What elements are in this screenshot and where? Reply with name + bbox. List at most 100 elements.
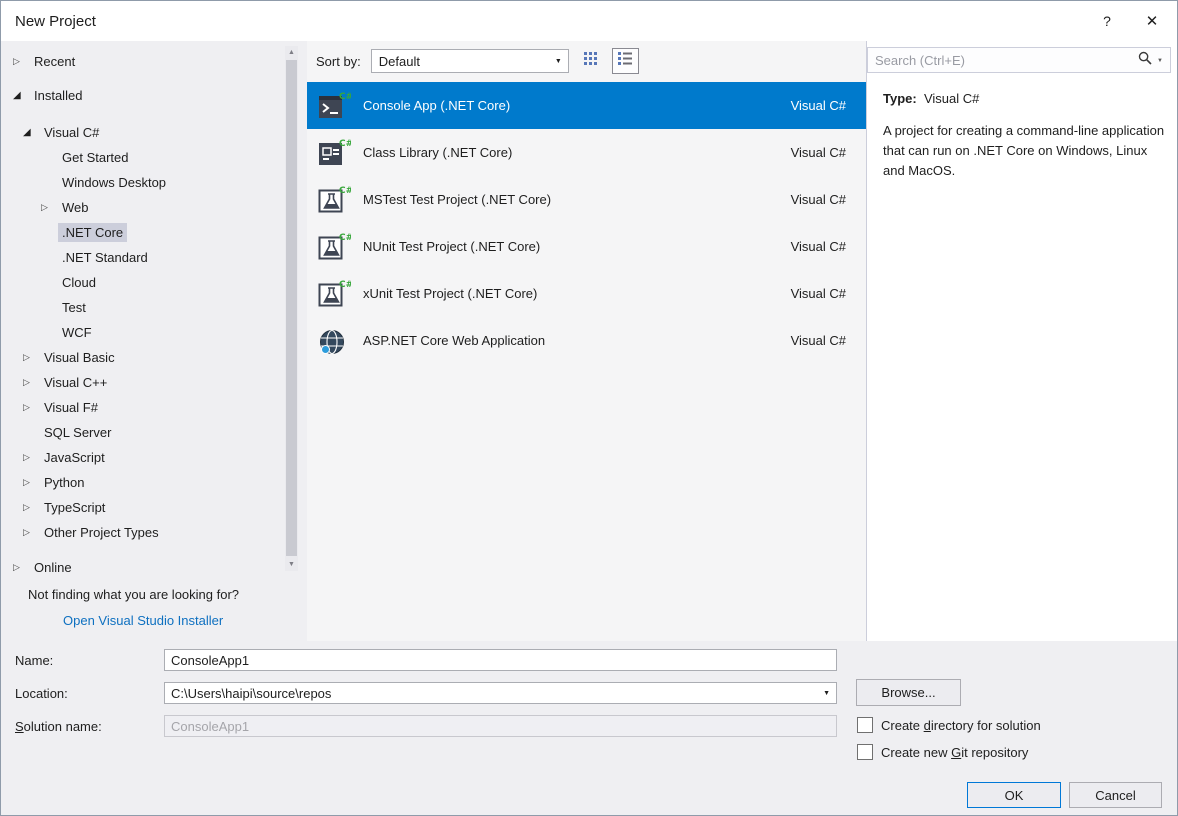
template-name: Console App (.NET Core) (363, 98, 510, 113)
details-pane: ▼ Type: Visual C# A project for creating… (866, 41, 1177, 641)
open-installer-link[interactable]: Open Visual Studio Installer (63, 613, 223, 628)
sort-by-dropdown[interactable]: Default ▼ (371, 49, 569, 73)
expander-collapsed-icon[interactable]: ▷ (23, 520, 40, 545)
expander-collapsed-icon[interactable]: ▷ (23, 445, 40, 470)
new-project-dialog: New Project ? ✕ ▷ Recent ◢ Installed ◢ V… (0, 0, 1178, 816)
tree-item-windows-desktop[interactable]: Windows Desktop (1, 170, 283, 195)
checkbox-unchecked-icon[interactable] (857, 744, 873, 760)
create-git-repo-label: Create new Git repository (881, 745, 1028, 760)
template-aspnet-core[interactable]: ASP.NET Core Web Application Visual C# (307, 317, 866, 364)
expander-expanded-icon[interactable]: ◢ (13, 83, 30, 108)
template-language: Visual C# (791, 192, 846, 207)
tree-item-net-core[interactable]: .NET Core (1, 220, 283, 245)
template-language: Visual C# (791, 98, 846, 113)
chevron-down-icon: ▼ (555, 58, 562, 65)
tree-item-visual-fsharp[interactable]: ▷ Visual F# (1, 395, 283, 420)
expander-collapsed-icon[interactable]: ▷ (23, 345, 40, 370)
expander-collapsed-icon[interactable]: ▷ (41, 195, 58, 220)
template-name: NUnit Test Project (.NET Core) (363, 239, 540, 254)
aspnet-globe-icon (317, 324, 351, 358)
svg-text:C#: C# (339, 280, 351, 290)
tree-item-online[interactable]: ▷ Online (1, 555, 307, 580)
expander-collapsed-icon[interactable]: ▷ (23, 395, 40, 420)
search-icon[interactable] (1138, 51, 1152, 70)
tree-item-python[interactable]: ▷ Python (1, 470, 283, 495)
category-tree-pane: ▷ Recent ◢ Installed ◢ Visual C# Get Sta… (1, 41, 307, 641)
template-description: A project for creating a command-line ap… (883, 121, 1171, 181)
tree-item-typescript[interactable]: ▷ TypeScript (1, 495, 283, 520)
template-language: Visual C# (791, 145, 846, 160)
expander-collapsed-icon[interactable]: ▷ (13, 555, 30, 580)
location-dropdown-chevron-icon[interactable]: ▼ (817, 690, 836, 697)
tree-item-visual-basic[interactable]: ▷ Visual Basic (1, 345, 283, 370)
type-value: Visual C# (924, 91, 979, 106)
create-git-repo-checkbox[interactable]: Create new Git repository (857, 744, 1028, 760)
tree-scrollbar[interactable]: ▲ ▼ (285, 46, 298, 571)
small-icons-view-button[interactable] (577, 48, 604, 74)
type-label: Type: (883, 91, 917, 106)
scrollbar-thumb[interactable] (286, 60, 297, 556)
location-combobox[interactable]: ▼ (164, 682, 837, 704)
search-options-chevron-icon[interactable]: ▼ (1157, 58, 1163, 64)
tree-item-sql-server[interactable]: SQL Server (1, 420, 283, 445)
svg-text:C#: C# (339, 92, 351, 102)
template-name: Class Library (.NET Core) (363, 145, 512, 160)
search-input[interactable] (868, 53, 1138, 68)
template-nunit[interactable]: C# NUnit Test Project (.NET Core) Visual… (307, 223, 866, 270)
tree-item-visual-cpp[interactable]: ▷ Visual C++ (1, 370, 283, 395)
tree-item-net-standard[interactable]: .NET Standard (1, 245, 283, 270)
titlebar-buttons: ? ✕ (1087, 1, 1177, 41)
expander-collapsed-icon[interactable]: ▷ (23, 470, 40, 495)
tree-item-javascript[interactable]: ▷ JavaScript (1, 445, 283, 470)
create-directory-checkbox[interactable]: Create directory for solution (857, 717, 1041, 733)
template-mstest[interactable]: C# MSTest Test Project (.NET Core) Visua… (307, 176, 866, 223)
tree-item-cloud[interactable]: Cloud (1, 270, 283, 295)
scroll-up-icon[interactable]: ▲ (285, 46, 298, 59)
sort-toolbar: Sort by: Default ▼ (316, 46, 639, 76)
location-label: Location: (15, 686, 68, 701)
expander-collapsed-icon[interactable]: ▷ (13, 49, 30, 74)
tree-item-installed[interactable]: ◢ Installed (1, 83, 283, 108)
list-view-button[interactable] (612, 48, 639, 74)
template-language: Visual C# (791, 239, 846, 254)
tree-item-test[interactable]: Test (1, 295, 283, 320)
template-xunit[interactable]: C# xUnit Test Project (.NET Core) Visual… (307, 270, 866, 317)
footer-pane: Name: Location: ▼ Browse... Solution nam… (1, 641, 1177, 815)
tree-item-other-project-types[interactable]: ▷ Other Project Types (1, 520, 283, 545)
expander-collapsed-icon[interactable]: ▷ (23, 370, 40, 395)
cancel-button[interactable]: Cancel (1069, 782, 1162, 808)
mstest-test-icon: C# (317, 183, 351, 217)
template-language: Visual C# (791, 333, 846, 348)
checkbox-unchecked-icon[interactable] (857, 717, 873, 733)
ok-button[interactable]: OK (967, 782, 1061, 808)
sort-by-value: Default (379, 54, 420, 69)
create-directory-label: Create directory for solution (881, 718, 1041, 733)
template-list-pane: Sort by: Default ▼ (307, 41, 866, 641)
expander-expanded-icon[interactable]: ◢ (23, 120, 40, 145)
class-library-icon: C# (317, 136, 351, 170)
solution-name-label: Solution name: (15, 719, 102, 734)
tree-item-web[interactable]: ▷ Web (1, 195, 283, 220)
close-icon[interactable]: ✕ (1127, 1, 1177, 41)
titlebar[interactable]: New Project ? ✕ (1, 1, 1177, 41)
search-box[interactable]: ▼ (867, 47, 1171, 73)
svg-text:C#: C# (339, 233, 351, 243)
template-name: xUnit Test Project (.NET Core) (363, 286, 537, 301)
project-name-input[interactable] (164, 649, 837, 671)
tree-item-recent[interactable]: ▷ Recent (1, 49, 283, 74)
list-view-icon (618, 52, 632, 70)
name-label: Name: (15, 653, 53, 668)
template-name: ASP.NET Core Web Application (363, 333, 545, 348)
browse-button[interactable]: Browse... (856, 679, 961, 706)
tree-item-visual-csharp[interactable]: ◢ Visual C# (1, 120, 283, 145)
tree-item-get-started[interactable]: Get Started (1, 145, 283, 170)
template-list: C# Console App (.NET Core) Visual C# C# … (307, 82, 866, 364)
tree-item-wcf[interactable]: WCF (1, 320, 283, 345)
template-console-app[interactable]: C# Console App (.NET Core) Visual C# (307, 82, 866, 129)
dialog-body: ▷ Recent ◢ Installed ◢ Visual C# Get Sta… (1, 41, 1177, 641)
category-tree: ▷ Recent ◢ Installed ◢ Visual C# Get Sta… (1, 49, 283, 545)
help-icon[interactable]: ? (1087, 1, 1127, 41)
location-input[interactable] (165, 686, 817, 701)
template-class-library[interactable]: C# Class Library (.NET Core) Visual C# (307, 129, 866, 176)
expander-collapsed-icon[interactable]: ▷ (23, 495, 40, 520)
